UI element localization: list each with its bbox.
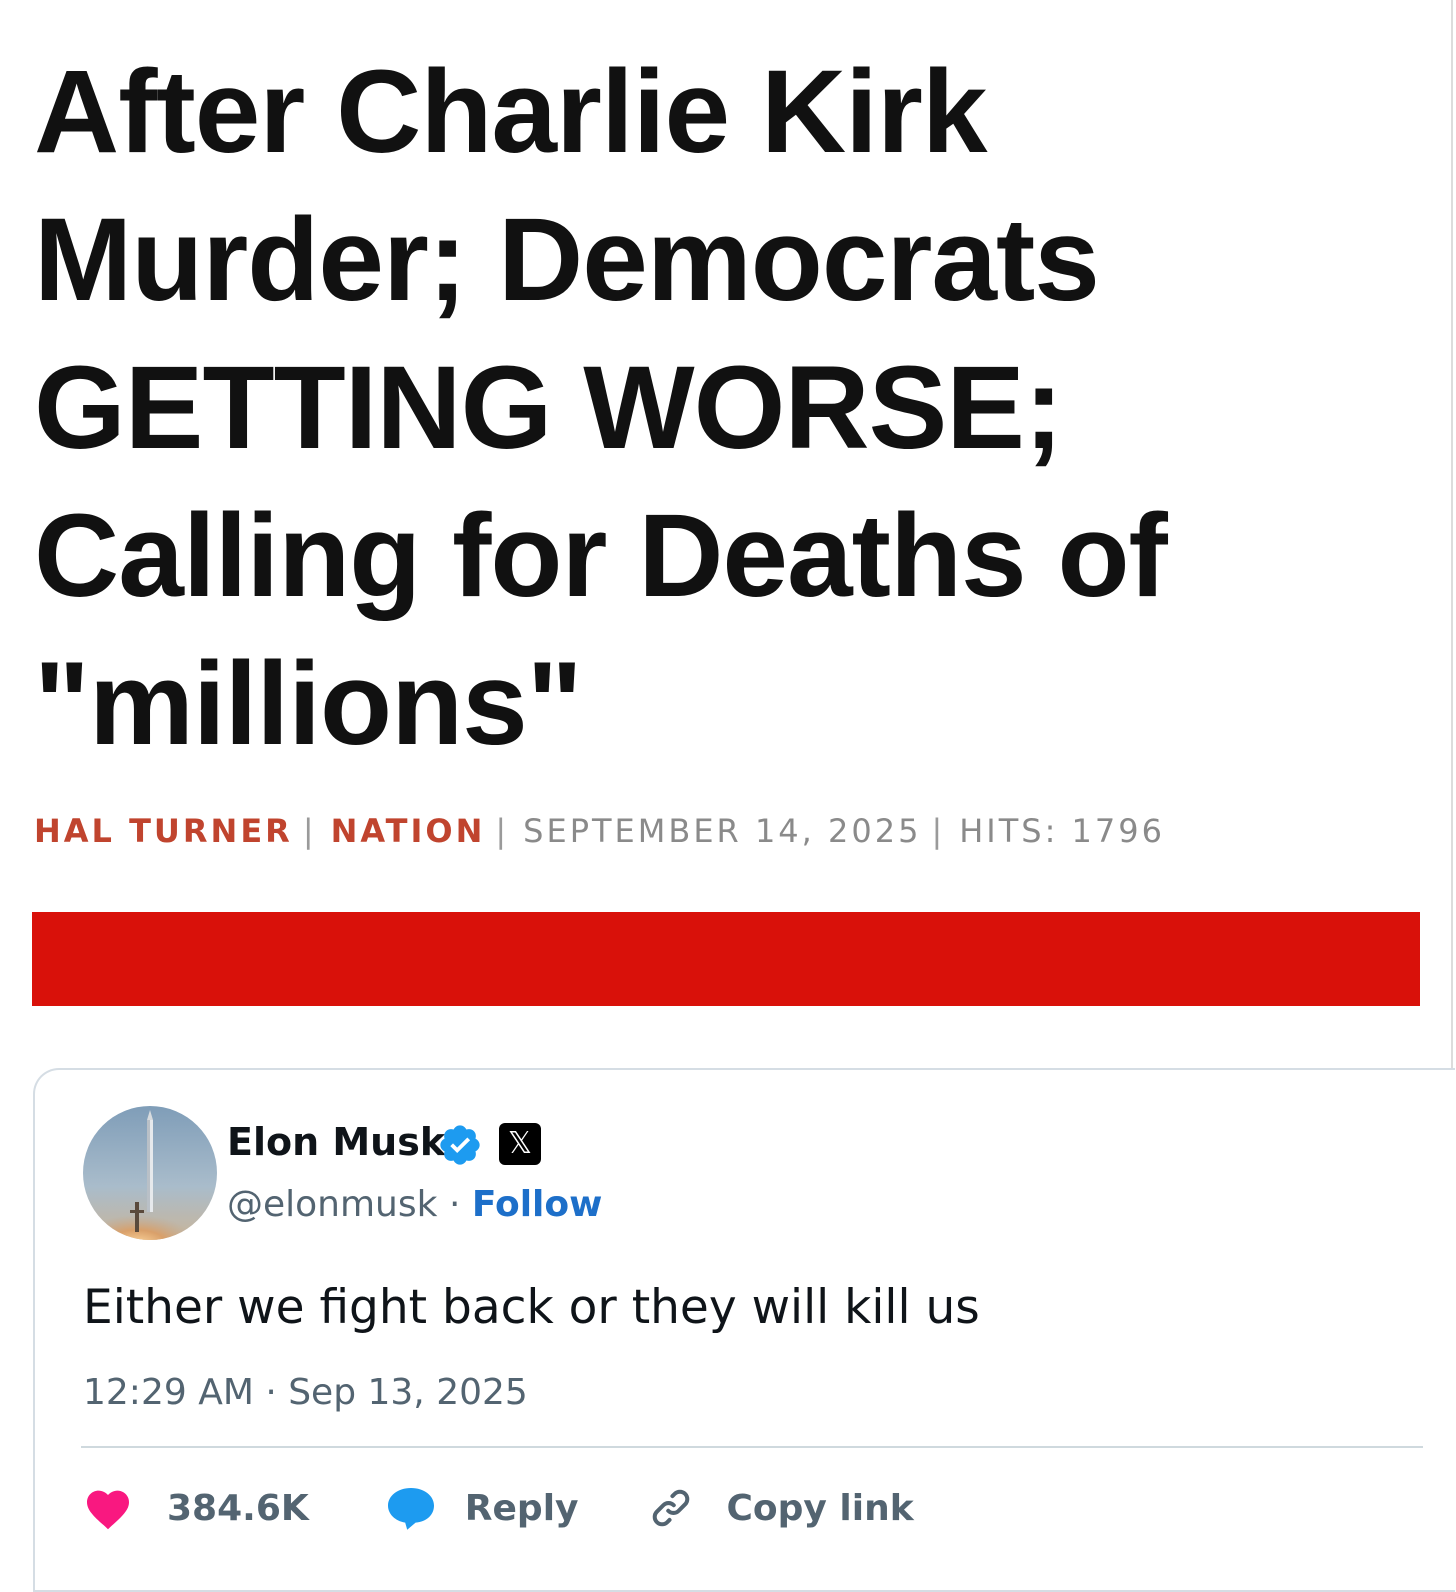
- heart-icon: [87, 1490, 129, 1530]
- verified-badge-icon: [440, 1125, 480, 1165]
- article-headline: After Charlie Kirk Murder; Democrats GET…: [34, 46, 1168, 770]
- x-logo-icon[interactable]: 𝕏: [499, 1123, 541, 1165]
- byline-category-link[interactable]: NATION: [331, 812, 486, 850]
- tweet-timestamp[interactable]: 12:29 AM · Sep 13, 2025: [83, 1372, 528, 1413]
- copy-link-action[interactable]: Copy link: [649, 1486, 914, 1530]
- handle-dot-separator: ·: [448, 1184, 461, 1225]
- byline-author-link[interactable]: HAL TURNER: [34, 812, 293, 850]
- copy-link-label: Copy link: [726, 1487, 914, 1529]
- red-banner: [32, 912, 1420, 1006]
- tweet-text: Either we fight back or they will kill u…: [83, 1280, 980, 1335]
- link-icon: [652, 1489, 689, 1527]
- byline-separator: |: [495, 812, 510, 850]
- follow-button[interactable]: Follow: [472, 1184, 603, 1225]
- byline-separator: |: [931, 812, 946, 850]
- tweet-handle-row: @elonmusk · Follow: [227, 1184, 602, 1225]
- article-byline: HAL TURNER | NATION | SEPTEMBER 14, 2025 | HIT…: [34, 812, 1165, 850]
- tweet-author-handle[interactable]: @elonmusk: [227, 1184, 437, 1225]
- like-count: 384.6K: [167, 1487, 309, 1529]
- avatar[interactable]: [83, 1106, 217, 1240]
- byline-date: SEPTEMBER 14, 2025: [523, 812, 922, 850]
- reply-bubble-icon: [387, 1488, 434, 1530]
- reply-label: Reply: [464, 1487, 579, 1529]
- reply-action[interactable]: Reply: [385, 1485, 579, 1531]
- byline-separator: |: [302, 812, 317, 850]
- embedded-tweet-card[interactable]: Elon Musk 𝕏 @elonmusk · Follow Either we…: [33, 1068, 1455, 1592]
- tweet-divider: [81, 1446, 1423, 1448]
- byline-hits: HITS: 1796: [959, 812, 1165, 850]
- like-action[interactable]: 384.6K: [83, 1486, 309, 1530]
- tweet-actions-bar: 384.6K Reply Copy link: [83, 1480, 914, 1536]
- tweet-author-name[interactable]: Elon Musk: [227, 1120, 445, 1164]
- rocket-launch-avatar-image: [83, 1106, 217, 1240]
